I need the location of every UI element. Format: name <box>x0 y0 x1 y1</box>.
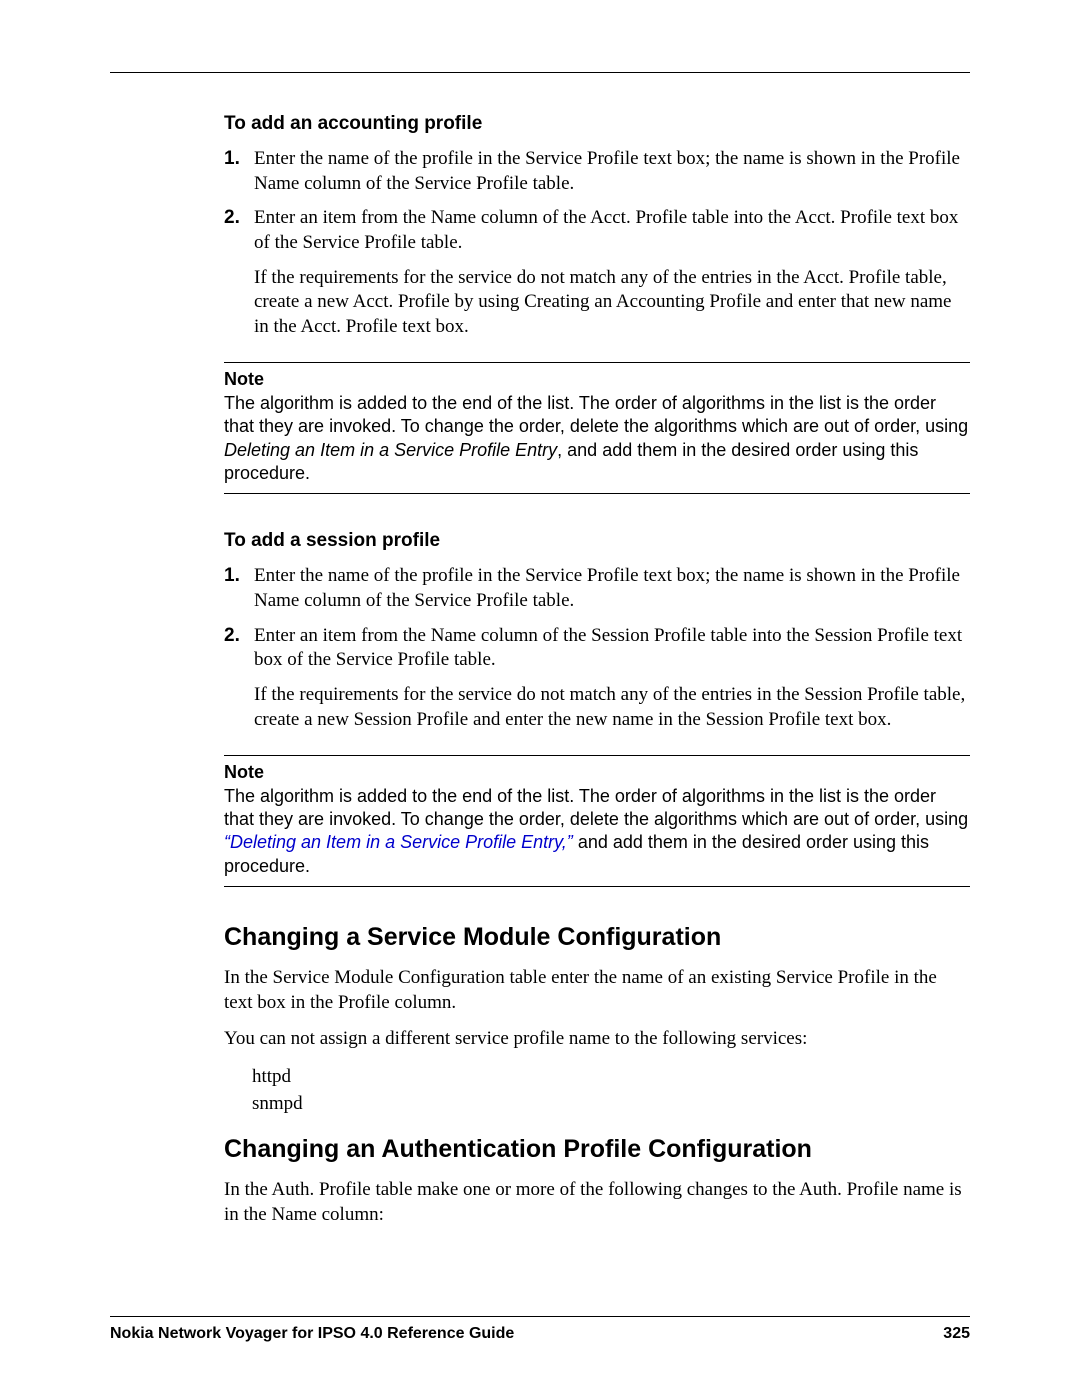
note-block: Note The algorithm is added to the end o… <box>224 362 970 495</box>
note-label: Note <box>224 369 970 390</box>
step-text: Enter an item from the Name column of th… <box>254 206 970 255</box>
step-text: Enter the name of the profile in the Ser… <box>254 564 970 613</box>
note-rule-bottom <box>224 493 970 494</box>
service-list: httpd snmpd <box>252 1064 970 1117</box>
top-rule <box>110 72 970 73</box>
paragraph: In the Service Module Configuration tabl… <box>224 966 970 1015</box>
step-number: 2. <box>224 624 252 733</box>
subheading-accounting-profile: To add an accounting profile <box>224 113 970 135</box>
step-item: 2. Enter an item from the Name column of… <box>224 624 970 733</box>
step-text: Enter an item from the Name column of th… <box>254 624 970 673</box>
step-number: 1. <box>224 564 252 613</box>
step-item: 2. Enter an item from the Name column of… <box>224 206 970 339</box>
step-number: 1. <box>224 147 252 196</box>
step-text: Enter the name of the profile in the Ser… <box>254 147 970 196</box>
note-body: The algorithm is added to the end of the… <box>224 785 970 879</box>
note-italic-ref: Deleting an Item in a Service Profile En… <box>224 440 557 460</box>
note-link-ref[interactable]: “Deleting an Item in a Service Profile E… <box>224 832 573 852</box>
page-footer: Nokia Network Voyager for IPSO 4.0 Refer… <box>110 1316 970 1343</box>
note-block: Note The algorithm is added to the end o… <box>224 755 970 888</box>
footer-title: Nokia Network Voyager for IPSO 4.0 Refer… <box>110 1325 514 1343</box>
paragraph: In the Auth. Profile table make one or m… <box>224 1178 970 1227</box>
paragraph: You can not assign a different service p… <box>224 1027 970 1052</box>
step-number: 2. <box>224 206 252 339</box>
list-item: httpd <box>252 1064 970 1091</box>
subheading-session-profile: To add a session profile <box>224 530 970 552</box>
heading-auth-profile-config: Changing an Authentication Profile Confi… <box>224 1135 970 1164</box>
note-text-pre: The algorithm is added to the end of the… <box>224 786 968 829</box>
list-item: snmpd <box>252 1091 970 1118</box>
note-rule-bottom <box>224 886 970 887</box>
heading-service-module-config: Changing a Service Module Configuration <box>224 923 970 952</box>
step-item: 1. Enter the name of the profile in the … <box>224 147 970 196</box>
note-body: The algorithm is added to the end of the… <box>224 392 970 486</box>
step-follow-text: If the requirements for the service do n… <box>254 683 970 732</box>
note-text-pre: The algorithm is added to the end of the… <box>224 393 968 436</box>
step-item: 1. Enter the name of the profile in the … <box>224 564 970 613</box>
footer-rule <box>110 1316 970 1317</box>
note-label: Note <box>224 762 970 783</box>
step-follow-text: If the requirements for the service do n… <box>254 266 970 340</box>
footer-page-number: 325 <box>943 1325 970 1343</box>
note-rule-top <box>224 362 970 363</box>
note-rule-top <box>224 755 970 756</box>
